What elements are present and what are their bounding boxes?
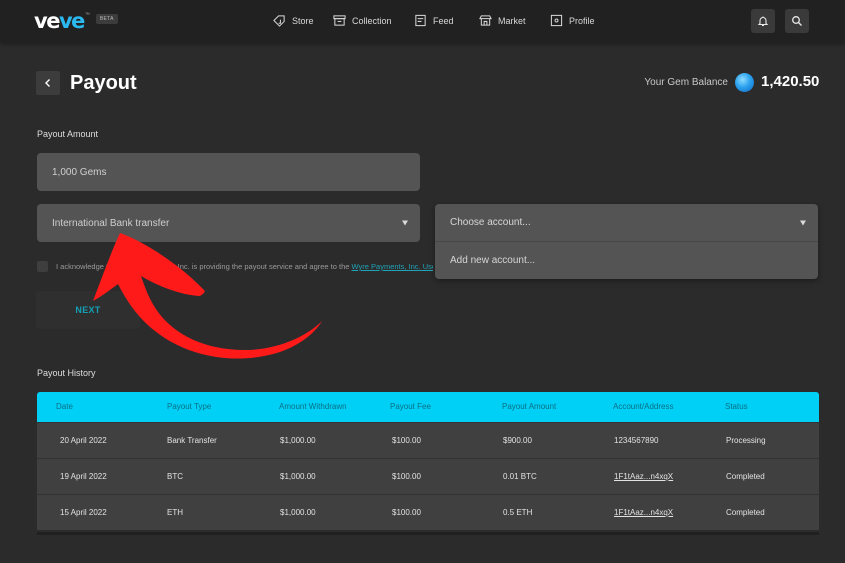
- nav-item-store[interactable]: Store: [273, 14, 314, 27]
- nav-item-feed[interactable]: Feed: [414, 14, 454, 27]
- user-agreement-link[interactable]: Wyre Payments, Inc. User Agreement: [352, 262, 433, 271]
- column-header: Payout Amount: [502, 402, 557, 411]
- cell-fee: $100.00: [392, 508, 421, 517]
- cell-payout-amount: 0.01 BTC: [503, 472, 537, 481]
- back-button[interactable]: [36, 71, 60, 95]
- column-header: Date: [56, 402, 73, 411]
- cell-withdrawn: $1,000.00: [280, 472, 316, 481]
- payout-amount-value: 1,000 Gems: [52, 166, 107, 178]
- nav-label: Market: [498, 15, 526, 26]
- search-button[interactable]: [785, 9, 809, 33]
- table-row: 19 April 2022 BTC $1,000.00 $100.00 0.01…: [37, 458, 819, 494]
- dropdown-option-add-account[interactable]: Add new account...: [435, 242, 818, 279]
- option-label: Add new account...: [450, 255, 536, 266]
- table-shadow: [37, 532, 819, 535]
- nav-item-profile[interactable]: Profile: [550, 14, 595, 27]
- payout-history-title: Payout History: [37, 368, 96, 378]
- acknowledge-checkbox[interactable]: [37, 261, 48, 272]
- gem-balance-label: Your Gem Balance: [644, 77, 728, 88]
- page-title: Payout: [70, 72, 137, 94]
- table-row: 15 April 2022 ETH $1,000.00 $100.00 0.5 …: [37, 494, 819, 530]
- nav-label: Collection: [352, 15, 392, 26]
- cell-address-link[interactable]: 1F1tAaz...n4xqX: [614, 459, 673, 495]
- cell-type: ETH: [167, 508, 183, 517]
- search-icon: [792, 16, 802, 26]
- payout-amount-input[interactable]: 1,000 Gems: [37, 153, 420, 191]
- account-select[interactable]: Choose account...: [435, 204, 818, 242]
- top-navbar: veve ™ BETA Store Collection Feed Market…: [0, 0, 845, 42]
- gem-icon: [735, 73, 754, 92]
- profile-icon: [550, 14, 563, 27]
- payout-method-select[interactable]: International Bank transfer: [37, 204, 420, 242]
- acknowledge-text: I acknowledge that Wyre Payments, Inc. i…: [56, 262, 433, 271]
- account-placeholder: Choose account...: [450, 217, 531, 228]
- cell-withdrawn: $1,000.00: [280, 436, 316, 445]
- bell-icon: [757, 16, 769, 27]
- cell-date: 19 April 2022: [60, 472, 107, 481]
- logo-wordmark: veve: [34, 9, 85, 33]
- next-button[interactable]: NEXT: [36, 291, 140, 329]
- acknowledge-row: I acknowledge that Wyre Payments, Inc. i…: [37, 261, 433, 272]
- table-row: 20 April 2022 Bank Transfer $1,000.00 $1…: [37, 422, 819, 458]
- nav-label: Feed: [433, 15, 454, 26]
- column-header: Payout Type: [167, 402, 212, 411]
- column-header: Account/Address: [613, 402, 674, 411]
- column-header: Status: [725, 402, 748, 411]
- nav-label: Store: [292, 15, 314, 26]
- cell-payout-amount: 0.5 ETH: [503, 508, 533, 517]
- caret-down-icon: [402, 220, 408, 226]
- cell-withdrawn: $1,000.00: [280, 508, 316, 517]
- cell-status: Completed: [726, 508, 765, 517]
- cell-status: Processing: [726, 436, 766, 445]
- column-header: Amount Withdrawn: [279, 402, 347, 411]
- cell-type: Bank Transfer: [167, 436, 217, 445]
- beta-badge: BETA: [95, 14, 118, 24]
- cell-status: Completed: [726, 472, 765, 481]
- cell-fee: $100.00: [392, 436, 421, 445]
- trademark-mark: ™: [84, 12, 90, 18]
- gem-balance-value: 1,420.50: [761, 73, 820, 90]
- cell-payout-amount: $900.00: [503, 436, 532, 445]
- tag-icon: [273, 15, 285, 27]
- cell-account: 1234567890: [614, 436, 659, 445]
- table-header: Date Payout Type Amount Withdrawn Payout…: [37, 392, 819, 422]
- payout-history-table: Date Payout Type Amount Withdrawn Payout…: [37, 392, 819, 530]
- storefront-icon: [479, 15, 492, 26]
- cell-address-link[interactable]: 1F1tAaz...n4xqX: [614, 495, 673, 531]
- payout-method-value: International Bank transfer: [52, 217, 170, 229]
- nav-label: Profile: [569, 15, 595, 26]
- notifications-button[interactable]: [751, 9, 775, 33]
- payout-amount-label: Payout Amount: [37, 129, 99, 139]
- caret-down-icon: [800, 220, 806, 225]
- cell-date: 15 April 2022: [60, 508, 107, 517]
- veve-logo[interactable]: veve ™ BETA: [34, 10, 118, 32]
- nav-item-market[interactable]: Market: [479, 14, 526, 27]
- account-dropdown[interactable]: Choose account... Add new account...: [435, 204, 818, 279]
- cell-fee: $100.00: [392, 472, 421, 481]
- archive-icon: [333, 15, 346, 26]
- cell-type: BTC: [167, 472, 183, 481]
- cell-date: 20 April 2022: [60, 436, 107, 445]
- column-header: Payout Fee: [390, 402, 431, 411]
- feed-icon: [415, 14, 426, 27]
- nav-item-collection[interactable]: Collection: [333, 14, 392, 27]
- chevron-left-icon: [45, 79, 50, 87]
